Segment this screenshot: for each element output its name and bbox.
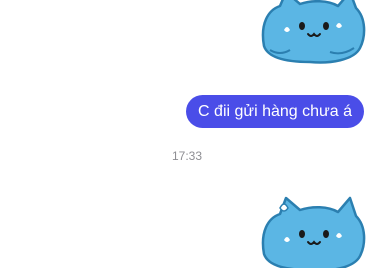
message-text: C đii gửi hàng chưa á: [198, 103, 352, 120]
outgoing-message-bubble[interactable]: C đii gửi hàng chưa á: [186, 95, 364, 128]
cat-sticker-message[interactable]: [250, 0, 368, 64]
message-timestamp: 17:33: [171, 149, 203, 163]
cat-sticker-message[interactable]: [250, 188, 368, 268]
blue-cat-sticker-icon: [261, 196, 366, 268]
blue-cat-sticker-icon: [261, 0, 366, 64]
chat-message-area[interactable]: C đii gửi hàng chưa á 17:33: [0, 0, 374, 268]
